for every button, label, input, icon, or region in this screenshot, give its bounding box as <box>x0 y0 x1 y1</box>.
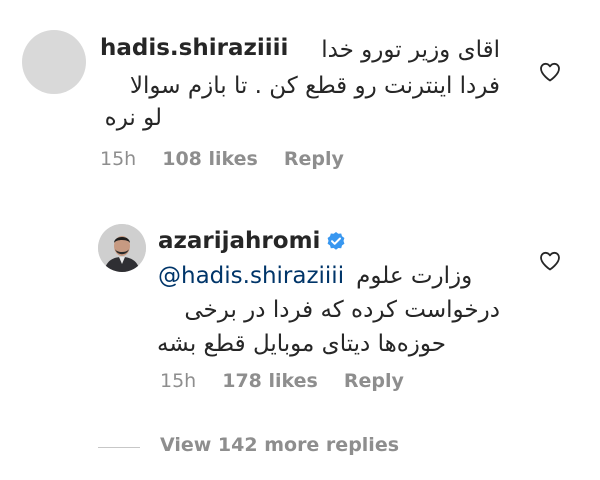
reply-text-line-3: حوزه‌ها دیتای موبایل قطع بشه <box>156 331 446 357</box>
comment-meta: 15h 108 likes Reply <box>100 148 370 170</box>
comment-time[interactable]: 15h <box>100 148 136 170</box>
reply-reply-button[interactable]: Reply <box>344 370 404 392</box>
comment-likes[interactable]: 108 likes <box>162 148 258 170</box>
view-more-replies-button[interactable]: View 142 more replies <box>160 434 399 456</box>
avatar[interactable] <box>22 30 86 94</box>
heart-icon[interactable] <box>538 249 562 273</box>
reply-username[interactable]: azarijahromi <box>158 227 346 255</box>
view-more-divider <box>98 447 140 448</box>
reply-likes[interactable]: 178 likes <box>222 370 318 392</box>
avatar-photo-image <box>98 224 146 272</box>
heart-icon[interactable] <box>538 60 562 84</box>
comment-reply-button[interactable]: Reply <box>284 148 344 170</box>
comment-text-line-3: لو نره <box>104 105 162 131</box>
comment-text-line-1: اقای وزیر تورو خدا <box>96 34 500 66</box>
verified-badge-icon <box>328 232 345 250</box>
reply-time[interactable]: 15h <box>160 370 196 392</box>
comment-text-line-1-content: اقای وزیر تورو خدا <box>321 37 500 63</box>
reply-username-text[interactable]: azarijahromi <box>158 228 320 254</box>
reply-text-line-2: درخواست کرده که فردا در برخی <box>184 297 500 323</box>
reply-meta: 15h 178 likes Reply <box>160 370 430 392</box>
comment-text-line-2: فردا اینترنت رو قطع کن . تا بازم سوالا <box>129 73 500 99</box>
avatar[interactable] <box>98 224 146 272</box>
reply-text-line-1-rest: وزارت علوم <box>356 263 473 289</box>
reply-mention-link[interactable]: @hadis.shiraziiii <box>158 263 344 289</box>
reply-text-line-1: @hadis.shiraziiii وزارت علوم <box>158 260 500 292</box>
